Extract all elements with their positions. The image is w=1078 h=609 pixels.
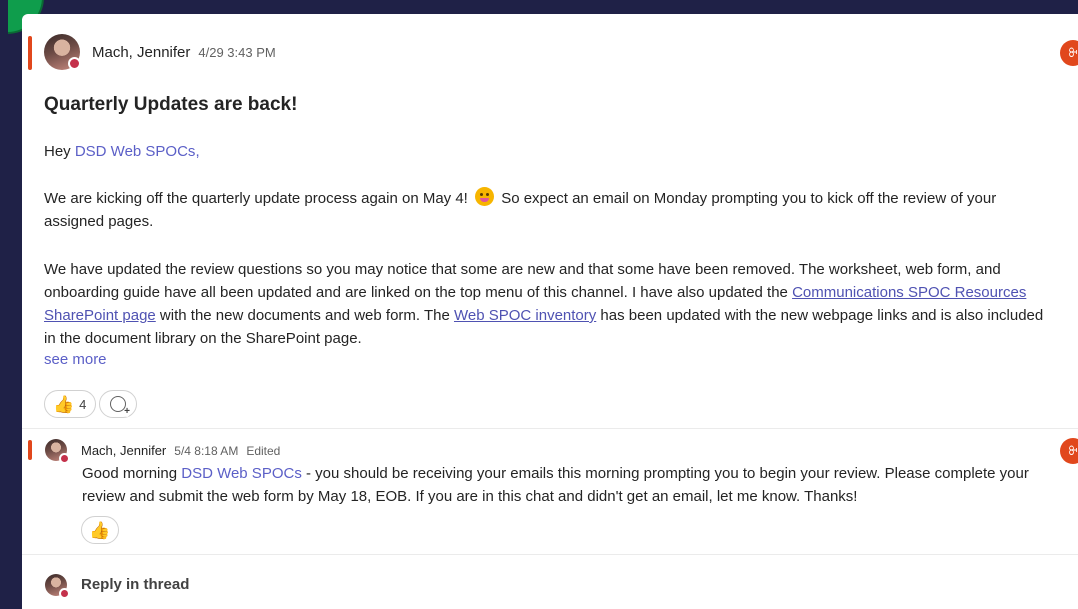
reply-body: Good morning DSD Web SPOCs - you should … (82, 465, 1029, 505)
post-accent-bar (28, 36, 32, 70)
grinning-emoji-icon (475, 187, 495, 206)
reply-presence-busy-icon (59, 453, 70, 464)
add-reaction-icon (110, 396, 130, 417)
reply-author-name[interactable]: Mach, Jennifer (81, 443, 166, 458)
reply-timestamp: 5/4 8:18 AM (174, 444, 239, 458)
like-count: 4 (79, 396, 87, 412)
current-user-presence-icon (59, 588, 70, 599)
reply-divider (22, 428, 1078, 429)
post-timestamp: 4/29 3:43 PM (198, 45, 276, 60)
reply-like-reaction-pill[interactable]: 👍 (81, 516, 119, 544)
web-spoc-inventory-link[interactable]: Web SPOC inventory (454, 307, 596, 324)
reply-loop-icon[interactable]: ꔬ (1060, 438, 1078, 464)
post-subject: Quarterly Updates are back! (44, 94, 298, 115)
post-greeting: Hey DSD Web SPOCs, (44, 143, 200, 160)
reply-accent-bar (28, 440, 32, 460)
reply-channel-mention[interactable]: DSD Web SPOCs (181, 465, 302, 482)
channel-post-card: Mach, Jennifer 4/29 3:43 PM Quarterly Upd… (22, 14, 1078, 609)
reply-edited-label: Edited (246, 444, 281, 458)
like-reaction-pill[interactable]: 👍 4 (44, 390, 96, 418)
post-paragraph-2: We have updated the review questions so … (44, 261, 1044, 347)
add-reaction-button[interactable] (99, 390, 137, 418)
thread-divider (22, 554, 1078, 555)
presence-busy-icon (68, 57, 81, 70)
loop-icon[interactable]: ꔬ (1060, 40, 1078, 66)
reply-thumbs-up-icon: 👍 (89, 520, 111, 540)
post-paragraph-1: We are kicking off the quarterly update … (44, 187, 1054, 233)
author-name[interactable]: Mach, Jennifer (92, 44, 190, 61)
reply-in-thread-button[interactable]: Reply in thread (81, 576, 189, 593)
reply-meta: Mach, Jennifer 5/4 8:18 AM Edited (81, 442, 280, 458)
post-meta: Mach, Jennifer 4/29 3:43 PM (92, 44, 276, 61)
thumbs-up-icon: 👍 (53, 394, 75, 414)
channel-mention[interactable]: DSD Web SPOCs (75, 143, 196, 160)
see-more-link[interactable]: see more (44, 348, 1054, 371)
left-app-strip (0, 0, 8, 609)
